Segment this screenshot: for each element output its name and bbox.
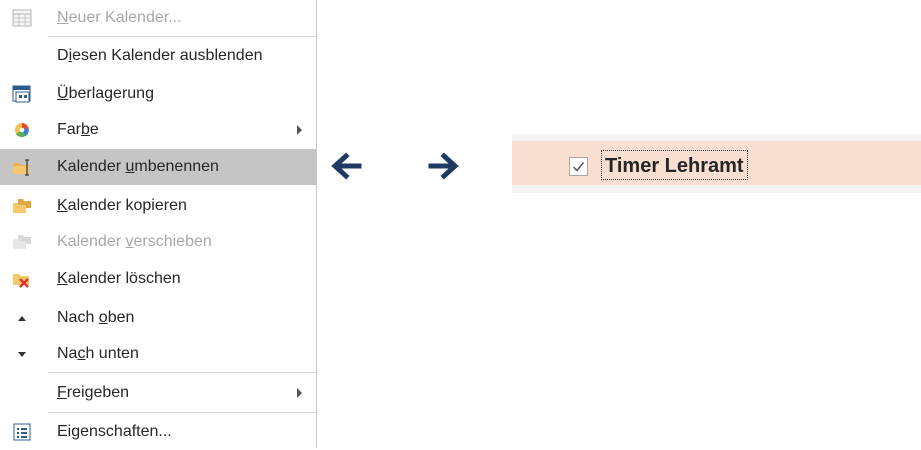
calendar-name-edit[interactable]: Timer Lehramt — [601, 150, 748, 180]
menu-item-label: Überlagerung — [57, 85, 154, 102]
context-menu: Neuer Kalender... Diesen Kalender ausble… — [0, 0, 317, 448]
menu-separator — [48, 412, 316, 413]
menu-separator — [48, 36, 316, 37]
menu-item-label: Kalender umbenennen — [57, 158, 219, 175]
menu-item-move-up[interactable]: Nach oben — [0, 300, 316, 336]
color-palette-icon — [12, 121, 32, 139]
move-down-icon — [12, 345, 32, 363]
rename-folder-icon — [12, 158, 32, 176]
menu-item-label: Freigeben — [57, 384, 130, 401]
menu-item-move-down[interactable]: Nach unten — [0, 336, 316, 372]
menu-item-hide-calendar[interactable]: Diesen Kalender ausblenden — [0, 38, 316, 74]
arrow-left-icon — [329, 151, 363, 181]
menu-item-label: Farbe — [57, 121, 99, 138]
arrow-right-icon — [427, 151, 461, 181]
calendar-item[interactable]: Timer Lehramt — [512, 141, 921, 185]
menu-item-label: Neuer Kalender... — [57, 9, 182, 26]
menu-item-rename-calendar[interactable]: Kalender umbenennen — [0, 149, 316, 185]
menu-item-label: Eigenschaften... — [57, 423, 172, 440]
overlay-calendar-icon — [12, 85, 32, 103]
move-up-icon — [12, 309, 32, 327]
delete-folder-icon — [12, 270, 32, 288]
properties-icon — [12, 423, 32, 441]
calendar-grid-icon — [12, 9, 32, 27]
submenu-arrow-icon — [297, 125, 302, 135]
move-folder-icon — [12, 233, 32, 251]
menu-item-delete-calendar[interactable]: Kalender löschen — [0, 261, 316, 297]
copy-folder-icon — [12, 197, 32, 215]
menu-item-label: Nach unten — [57, 345, 139, 362]
menu-item-properties[interactable]: Eigenschaften... — [0, 414, 316, 450]
submenu-arrow-icon — [297, 388, 302, 398]
menu-item-share[interactable]: Freigeben — [0, 375, 316, 411]
menu-item-label: Diesen Kalender ausblenden — [57, 47, 263, 64]
calendar-checkbox[interactable] — [569, 157, 588, 176]
menu-item-label: Kalender verschieben — [57, 233, 212, 250]
menu-item-label: Kalender kopieren — [57, 197, 187, 214]
menu-item-overlay[interactable]: Überlagerung — [0, 76, 316, 112]
checkmark-icon — [572, 162, 585, 172]
menu-item-color[interactable]: Farbe — [0, 112, 316, 148]
menu-item-move-calendar[interactable]: Kalender verschieben — [0, 224, 316, 260]
menu-item-copy-calendar[interactable]: Kalender kopieren — [0, 188, 316, 224]
menu-item-new-calendar[interactable]: Neuer Kalender... — [0, 0, 316, 36]
menu-separator — [48, 372, 316, 373]
menu-item-label: Nach oben — [57, 309, 135, 326]
calendar-list-row: Timer Lehramt — [512, 134, 921, 193]
menu-item-label: Kalender löschen — [57, 270, 181, 287]
